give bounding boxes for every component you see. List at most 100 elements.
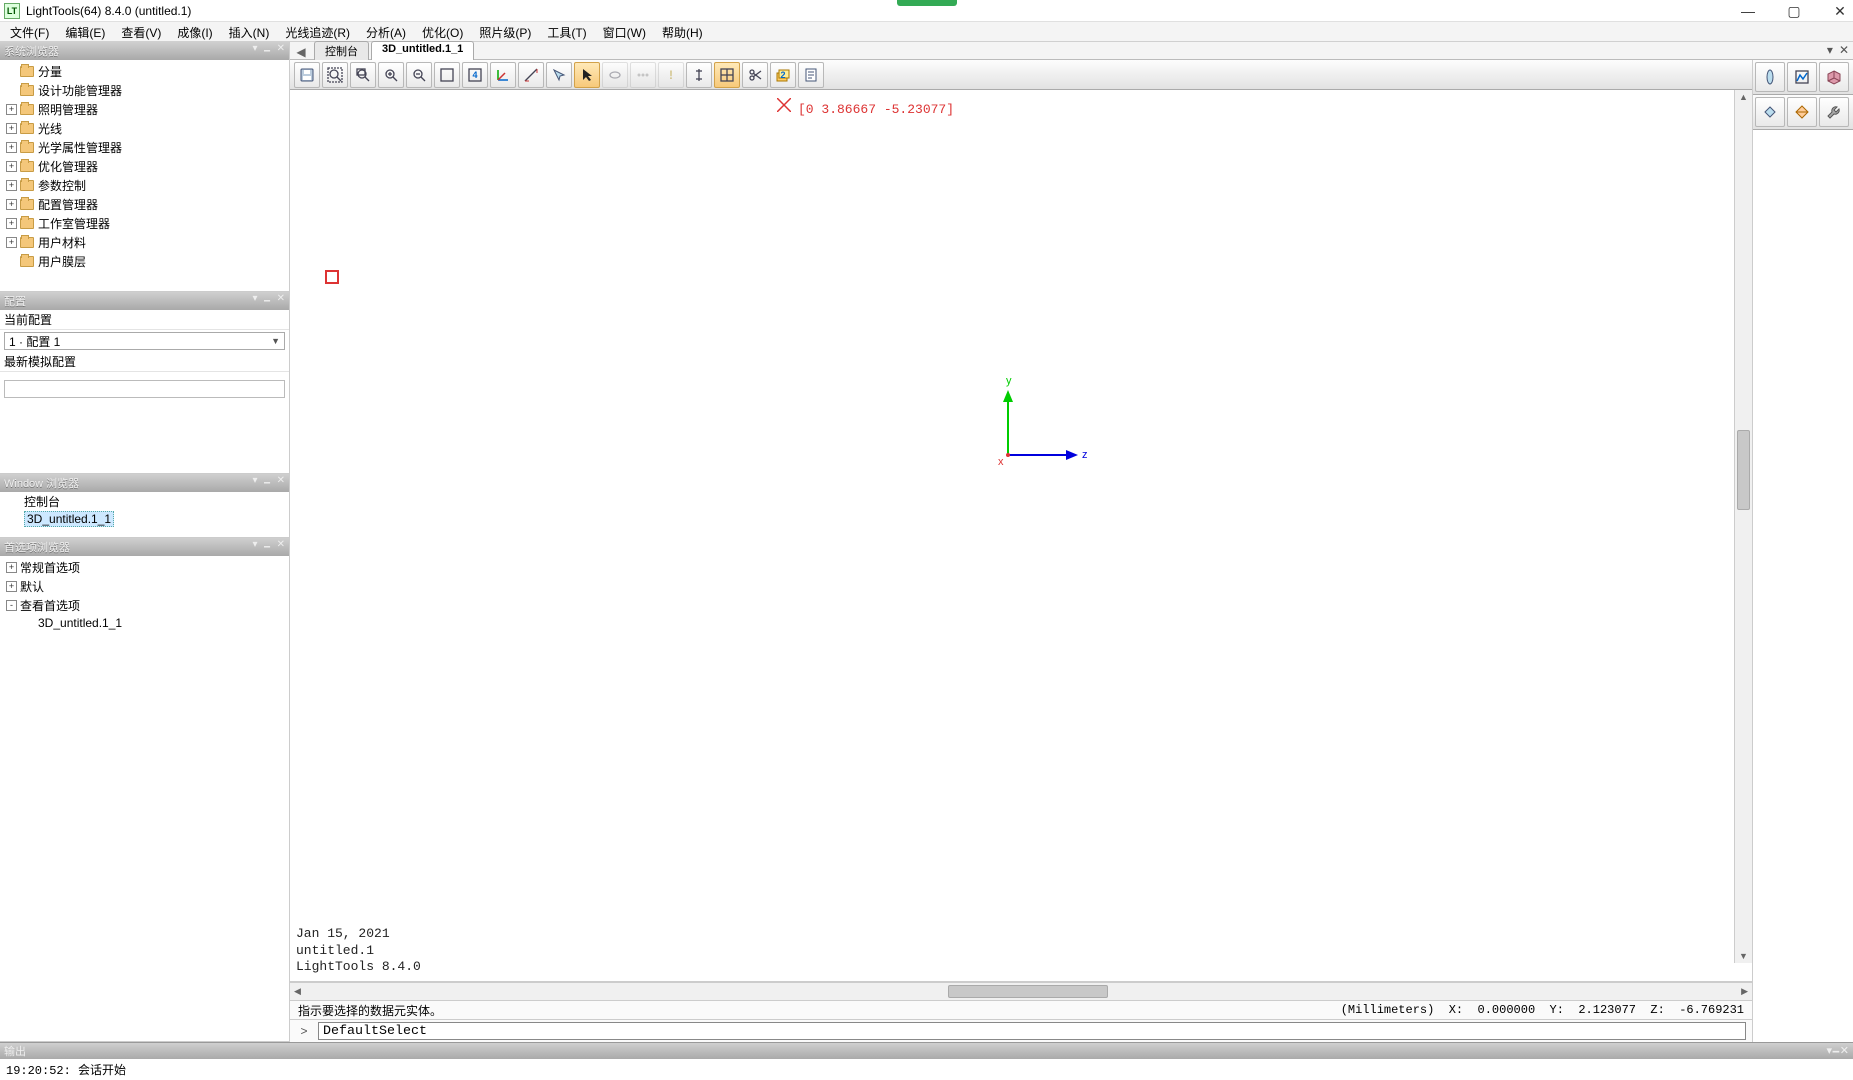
- panel-pin-icon[interactable]: 🗕: [264, 539, 271, 556]
- align-icon[interactable]: [686, 62, 712, 88]
- tree-item[interactable]: +配置管理器: [0, 195, 289, 214]
- save-icon[interactable]: [294, 62, 320, 88]
- menu-光线追迹r[interactable]: 光线追迹(R): [277, 22, 358, 41]
- menu-查看v[interactable]: 查看(V): [113, 22, 169, 41]
- panel-pin-icon[interactable]: 🗕: [264, 293, 271, 310]
- tree-item[interactable]: +参数控制: [0, 176, 289, 195]
- pick-icon[interactable]: [546, 62, 572, 88]
- expander-icon[interactable]: +: [6, 123, 17, 134]
- config-current-select[interactable]: 1 · 配置 1 ▼: [4, 332, 285, 350]
- window-browser-header[interactable]: Window 浏览器 ▾🗕✕: [0, 474, 289, 492]
- tree-item[interactable]: 设计功能管理器: [0, 81, 289, 100]
- expander-icon[interactable]: -: [6, 600, 17, 611]
- scroll-up-icon[interactable]: ▲: [1735, 92, 1752, 102]
- panel-dropdown-icon[interactable]: ▾: [252, 539, 257, 556]
- pan-icon[interactable]: [434, 62, 460, 88]
- expander-icon[interactable]: +: [6, 562, 17, 573]
- output-header[interactable]: 输出 ▾🗕✕: [0, 1043, 1853, 1059]
- menu-分析a[interactable]: 分析(A): [358, 22, 414, 41]
- document-tab[interactable]: 控制台: [314, 41, 369, 60]
- tree-item[interactable]: 用户膜层: [0, 252, 289, 271]
- zoom-window-icon[interactable]: [350, 62, 376, 88]
- tree-item[interactable]: +默认: [0, 577, 289, 596]
- menu-编辑e[interactable]: 编辑(E): [57, 22, 113, 41]
- cube-icon[interactable]: [1819, 62, 1849, 92]
- script-icon[interactable]: [798, 62, 824, 88]
- panel-dropdown-icon[interactable]: ▾: [252, 293, 257, 310]
- zoom-fit-icon[interactable]: [322, 62, 348, 88]
- panel-close-icon[interactable]: ✕: [277, 539, 285, 556]
- tree-item[interactable]: 3D_untitled.1_1: [0, 615, 289, 631]
- menu-工具t[interactable]: 工具(T): [539, 22, 594, 41]
- window-item[interactable]: 3D_untitled.1_1: [0, 511, 289, 527]
- panel-dropdown-icon[interactable]: ▾: [252, 43, 257, 60]
- menu-照片级p[interactable]: 照片级(P): [471, 22, 539, 41]
- expander-icon[interactable]: +: [6, 180, 17, 191]
- tool2-icon[interactable]: [1787, 97, 1817, 127]
- expander-icon[interactable]: +: [6, 104, 17, 115]
- config-latest-input[interactable]: [4, 380, 285, 398]
- tree-item[interactable]: +用户材料: [0, 233, 289, 252]
- menu-帮助h[interactable]: 帮助(H): [654, 22, 711, 41]
- view-mode-icon[interactable]: 4: [462, 62, 488, 88]
- panel-pin-icon[interactable]: 🗕: [1832, 1045, 1840, 1057]
- menu-成像i[interactable]: 成像(I): [169, 22, 220, 41]
- menu-文件f[interactable]: 文件(F): [2, 22, 57, 41]
- wrench-icon[interactable]: [1819, 97, 1849, 127]
- scroll-thumb[interactable]: [948, 985, 1108, 998]
- tree-item[interactable]: +常规首选项: [0, 558, 289, 577]
- zoom-out-icon[interactable]: [406, 62, 432, 88]
- menu-插入n[interactable]: 插入(N): [221, 22, 278, 41]
- expander-icon[interactable]: +: [6, 237, 17, 248]
- system-browser-header[interactable]: 系统浏览器 ▾ 🗕 ✕: [0, 42, 289, 60]
- expander-icon[interactable]: +: [6, 581, 17, 592]
- expander-icon[interactable]: +: [6, 199, 17, 210]
- panel-pin-icon[interactable]: 🗕: [264, 475, 271, 492]
- vertical-scrollbar[interactable]: ▲ ▼: [1734, 90, 1752, 963]
- viewport-3d[interactable]: [0 3.86667 -5.23077] y z: [290, 90, 1752, 982]
- tree-item[interactable]: +优化管理器: [0, 157, 289, 176]
- expander-icon[interactable]: +: [6, 218, 17, 229]
- panel-close-icon[interactable]: ✕: [277, 43, 285, 60]
- grid-icon[interactable]: [714, 62, 740, 88]
- scissors-icon[interactable]: [742, 62, 768, 88]
- lens-icon[interactable]: [1755, 62, 1785, 92]
- tree-item[interactable]: 分量: [0, 62, 289, 81]
- horizontal-scrollbar[interactable]: ◀ ▶: [290, 982, 1752, 1000]
- tool1-icon[interactable]: [1755, 97, 1785, 127]
- zoom-in-icon[interactable]: [378, 62, 404, 88]
- config-header[interactable]: 配置 ▾🗕✕: [0, 292, 289, 310]
- close-button[interactable]: ✕: [1831, 3, 1849, 20]
- tree-item[interactable]: +光学属性管理器: [0, 138, 289, 157]
- axes-icon[interactable]: [490, 62, 516, 88]
- layers-icon[interactable]: 2: [770, 62, 796, 88]
- menu-优化o[interactable]: 优化(O): [414, 22, 471, 41]
- document-tab[interactable]: 3D_untitled.1_1: [371, 41, 474, 60]
- panel-pin-icon[interactable]: 🗕: [264, 43, 271, 60]
- scroll-down-icon[interactable]: ▼: [1735, 951, 1752, 961]
- expander-icon[interactable]: +: [6, 161, 17, 172]
- command-input[interactable]: [318, 1022, 1746, 1040]
- scroll-thumb[interactable]: [1737, 430, 1750, 510]
- tab-dropdown-icon[interactable]: ▾: [1827, 43, 1833, 57]
- scroll-left-icon[interactable]: ◀: [294, 983, 301, 1000]
- menu-窗口w[interactable]: 窗口(W): [595, 22, 654, 41]
- pref-browser-header[interactable]: 首选项浏览器 ▾🗕✕: [0, 538, 289, 556]
- tree-item[interactable]: -查看首选项: [0, 596, 289, 615]
- tab-nav-left[interactable]: ◀: [294, 45, 308, 59]
- analysis-icon[interactable]: [1787, 62, 1817, 92]
- scroll-right-icon[interactable]: ▶: [1741, 983, 1748, 1000]
- measure-icon[interactable]: [518, 62, 544, 88]
- tab-close-icon[interactable]: ✕: [1839, 43, 1849, 57]
- minimize-button[interactable]: —: [1739, 3, 1757, 19]
- tree-item[interactable]: +工作室管理器: [0, 214, 289, 233]
- maximize-button[interactable]: ▢: [1785, 3, 1803, 20]
- tree-item[interactable]: +照明管理器: [0, 100, 289, 119]
- panel-close-icon[interactable]: ✕: [277, 293, 285, 310]
- panel-dropdown-icon[interactable]: ▾: [252, 475, 257, 492]
- panel-close-icon[interactable]: ✕: [277, 475, 285, 492]
- tree-item[interactable]: +光线: [0, 119, 289, 138]
- select-arrow-icon[interactable]: [574, 62, 600, 88]
- window-item[interactable]: 控制台: [0, 492, 289, 511]
- expander-icon[interactable]: +: [6, 142, 17, 153]
